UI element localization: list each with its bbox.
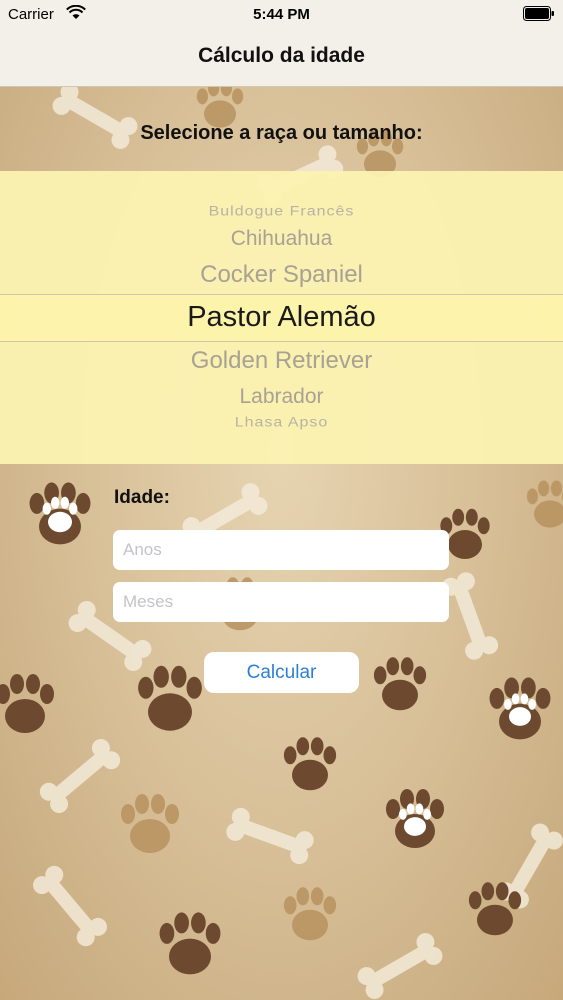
- battery-icon: [523, 6, 554, 21]
- picker-option[interactable]: Cocker Spaniel: [0, 261, 563, 289]
- picker-option[interactable]: Buldogue Francês: [0, 204, 563, 219]
- picker-option-selected[interactable]: Pastor Alemão: [0, 301, 563, 334]
- page-title: Cálculo da idade: [198, 44, 365, 67]
- picker-option[interactable]: Lhasa Apso: [0, 415, 563, 430]
- months-input[interactable]: [113, 582, 449, 622]
- breed-picker[interactable]: Buldogue Francês Chihuahua Cocker Spanie…: [0, 171, 563, 464]
- years-input[interactable]: [113, 530, 449, 570]
- picker-option[interactable]: Labrador: [0, 385, 563, 409]
- picker-divider: [0, 341, 563, 342]
- age-label: Idade:: [114, 487, 170, 508]
- picker-option[interactable]: Golden Retriever: [0, 347, 563, 375]
- status-time: 5:44 PM: [253, 6, 310, 23]
- picker-option-faded: [0, 185, 563, 193]
- picker-option[interactable]: Chihuahua: [0, 227, 563, 251]
- status-bar: Carrier 5:44 PM: [0, 0, 563, 30]
- breed-select-label: Selecione a raça ou tamanho:: [140, 122, 423, 144]
- calculate-button[interactable]: Calcular: [204, 652, 359, 693]
- picker-divider: [0, 294, 563, 295]
- navigation-bar: Carrier 5:44 PM Cálculo da idade: [0, 0, 563, 87]
